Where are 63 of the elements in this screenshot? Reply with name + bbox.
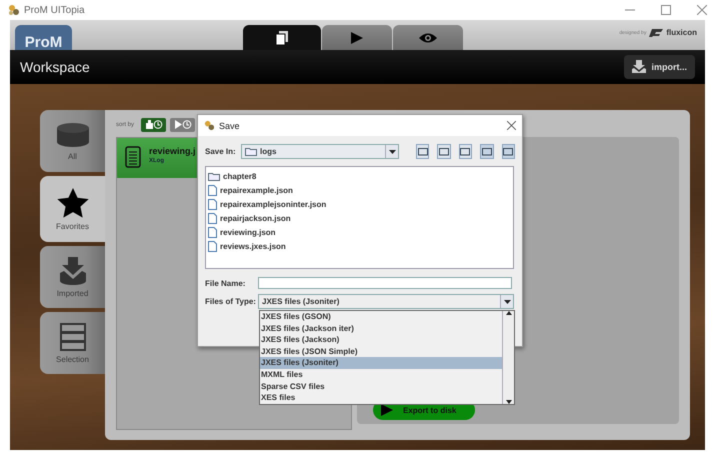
file-item[interactable]: repairexample.json: [208, 184, 511, 196]
inbox-download-icon: [60, 256, 86, 284]
import-button[interactable]: import...: [624, 55, 695, 79]
file-type-option[interactable]: JXES files (Jackson): [260, 334, 502, 346]
side-tab[interactable]: Favorites: [40, 176, 105, 242]
top-tab[interactable]: [243, 25, 321, 50]
app-logo-icon: [204, 120, 215, 131]
file-type-option[interactable]: Sparse CSV files: [260, 380, 502, 392]
sort-button[interactable]: [141, 118, 166, 132]
file-icon: [208, 184, 217, 196]
file-type-option[interactable]: MXML files: [260, 368, 502, 381]
prom-logo: ProM: [15, 25, 72, 50]
folder-icon: [245, 147, 257, 156]
caret-icon: [388, 150, 396, 154]
file-icon: [208, 240, 217, 252]
save-in-label: Save In:: [205, 147, 235, 156]
file-type-option[interactable]: JXES files (JSON Simple): [260, 346, 502, 358]
close-icon[interactable]: [507, 121, 516, 130]
window-title: ProM UITopia: [24, 4, 86, 16]
file-type-option[interactable]: JXES files (GSON): [260, 311, 502, 323]
scroll-up-icon[interactable]: [506, 311, 512, 315]
file-icon: [208, 226, 217, 238]
app-logo-icon: [8, 4, 20, 16]
file-item[interactable]: repairexamplejsoninter.json: [208, 198, 511, 210]
scroll-down-icon[interactable]: [506, 400, 512, 404]
top-tab[interactable]: [393, 25, 463, 50]
side-tab[interactable]: All: [40, 110, 105, 172]
file-icon: [208, 212, 217, 224]
file-type-dropdown[interactable]: JXES files (Jsoniter): [258, 294, 514, 309]
maximize-icon[interactable]: [661, 5, 671, 15]
file-item[interactable]: reviews.jxes.json: [208, 240, 511, 252]
documents-icon: [274, 30, 290, 46]
brand-logo-icon: [649, 28, 664, 36]
file-type-option[interactable]: JXES files (Jackson iter): [260, 322, 502, 334]
folder-icon: [208, 172, 220, 180]
file-item[interactable]: chapter8: [208, 170, 511, 182]
file-type-option[interactable]: JXES files (Jsoniter): [260, 357, 502, 369]
caret-icon: [504, 300, 510, 304]
file-item[interactable]: reviewing.json: [208, 226, 511, 238]
play-clock-icon: [174, 120, 192, 129]
close-icon[interactable]: [697, 5, 707, 15]
scrollbar[interactable]: [502, 311, 514, 404]
resource-name: reviewing.j: [149, 146, 196, 156]
brand-name: fluxicon: [666, 28, 697, 37]
top-tab[interactable]: [322, 25, 392, 50]
dialog-title: Save: [219, 120, 241, 130]
play-icon: [350, 30, 364, 44]
bag-clock-icon: [144, 120, 163, 129]
eye-icon: [418, 32, 438, 44]
side-tab[interactable]: Imported: [40, 246, 105, 308]
sort-button[interactable]: [170, 118, 196, 132]
database-icon: [56, 122, 90, 148]
import-icon: [632, 60, 646, 74]
file-icon: [208, 198, 217, 210]
side-tab[interactable]: Selection: [40, 312, 105, 374]
rows-icon: [60, 322, 86, 350]
star-icon: [56, 188, 88, 218]
file-name-field[interactable]: [258, 277, 512, 289]
workspace-title: Workspace: [20, 59, 90, 75]
save-in-dropdown[interactable]: logs: [241, 144, 400, 159]
file-item[interactable]: repairjackson.json: [208, 212, 511, 224]
file-name-label: File Name:: [205, 278, 246, 288]
document-icon: [125, 146, 141, 168]
